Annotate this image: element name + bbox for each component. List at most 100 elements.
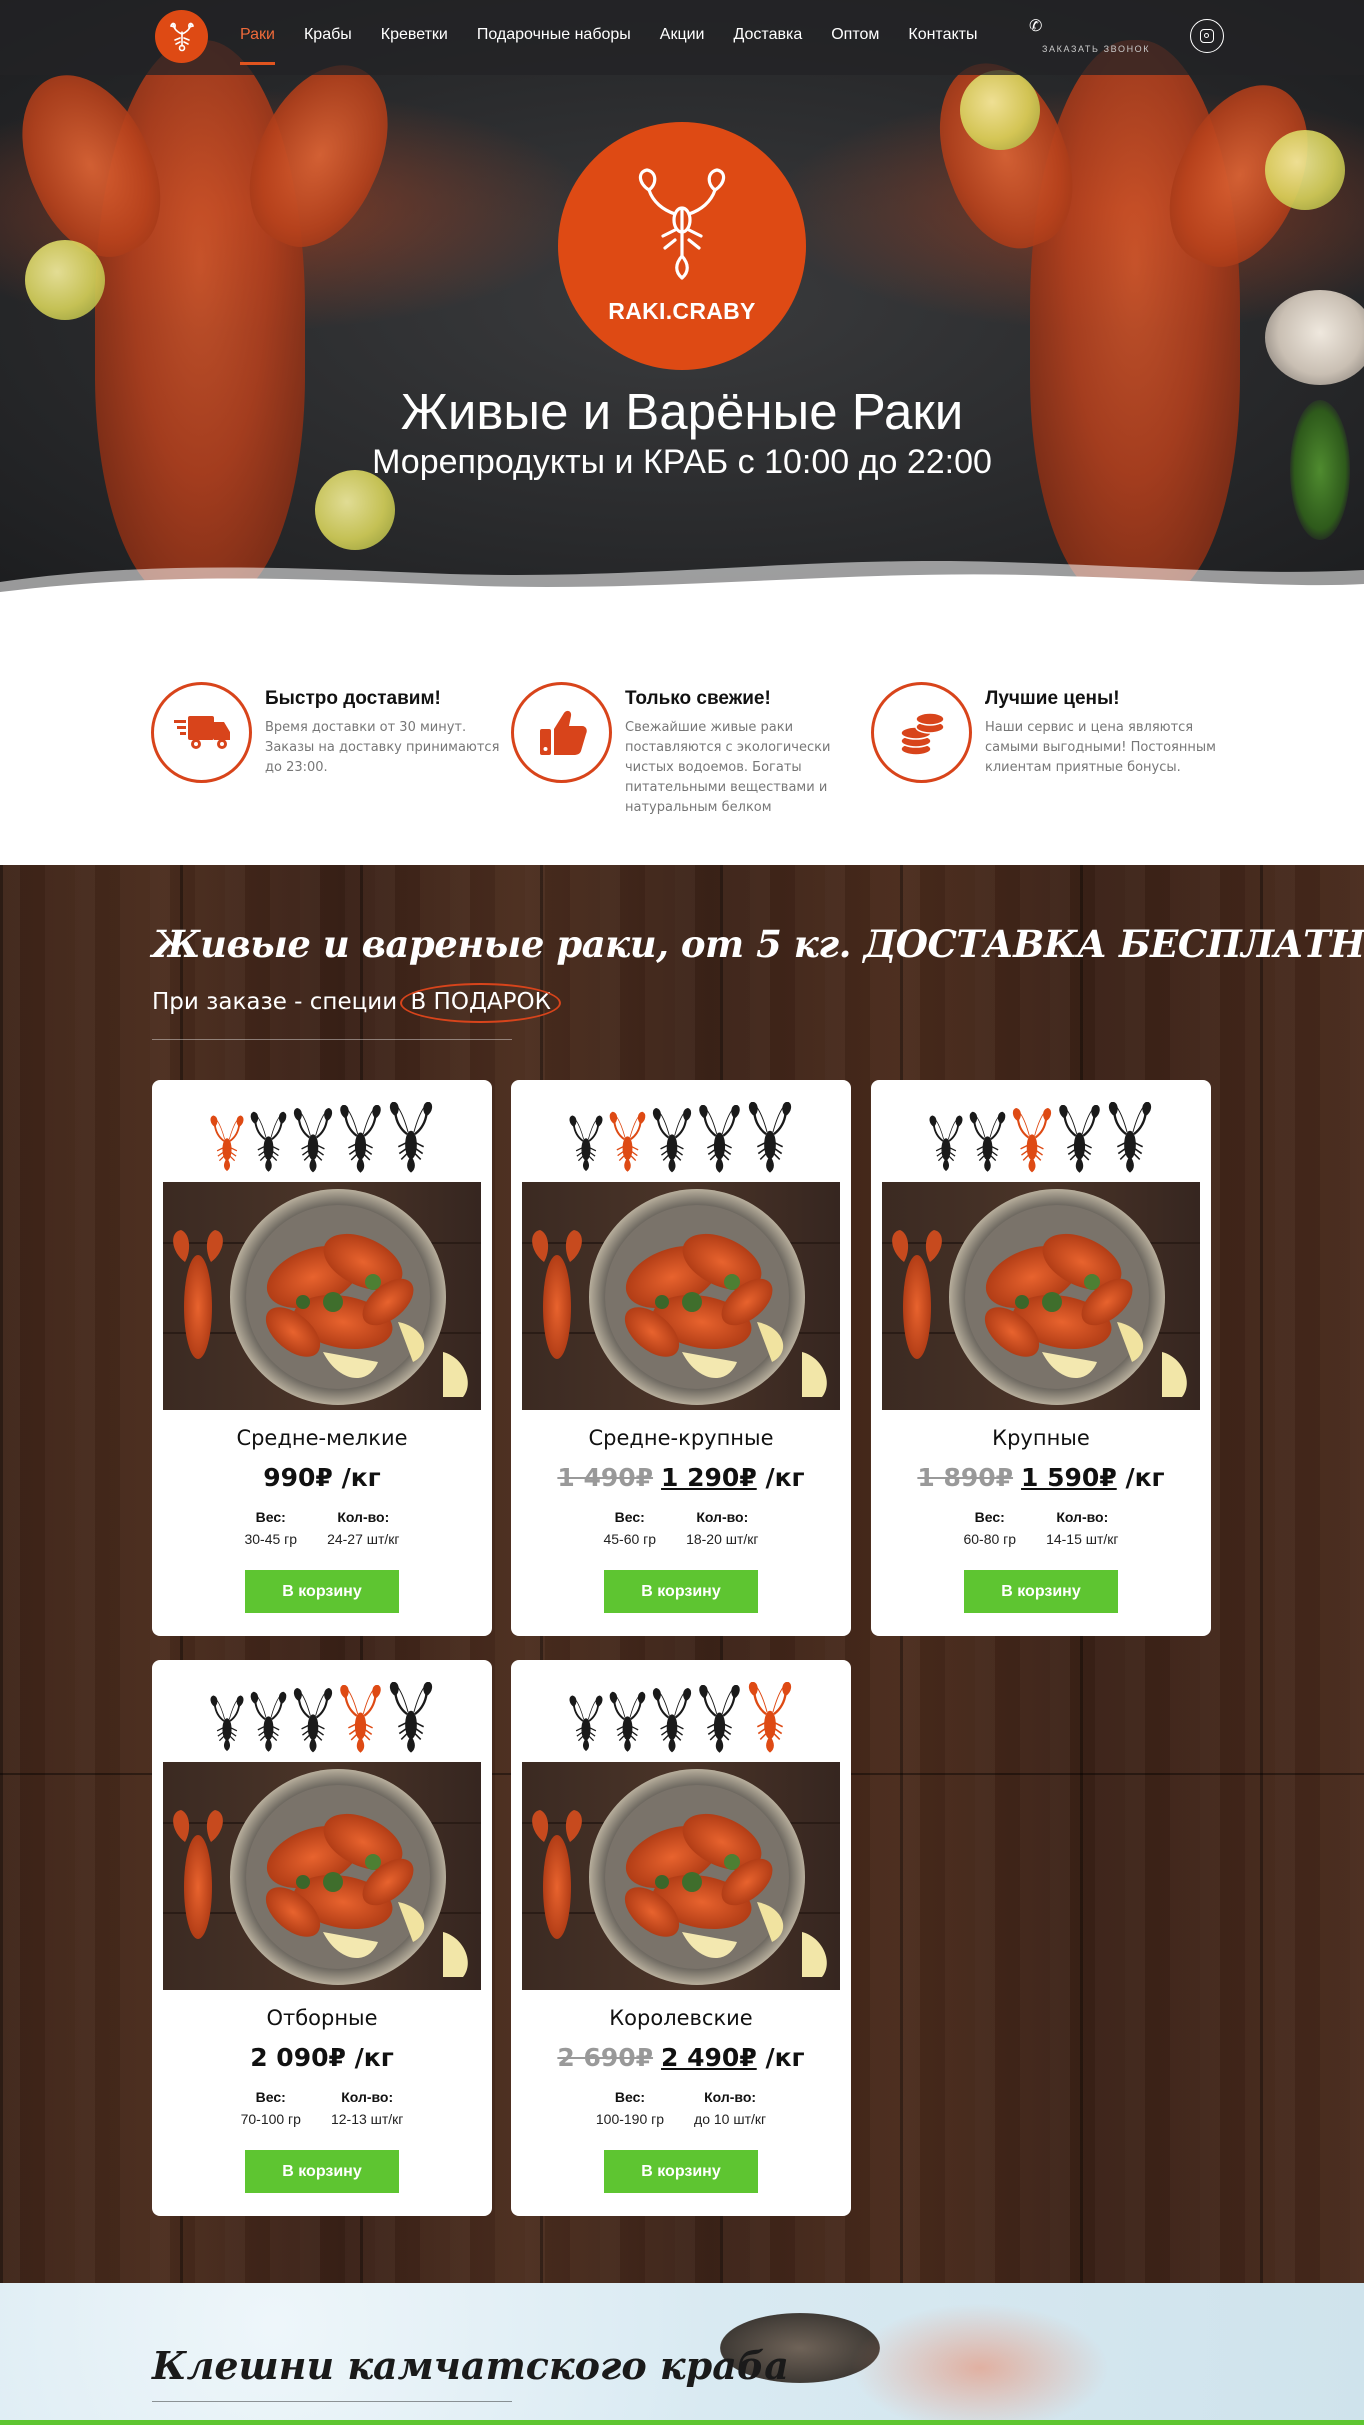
crayfish-size-icon <box>250 1111 287 1172</box>
product-price: 990₽ /кг <box>152 1463 492 1492</box>
instagram-icon[interactable] <box>1190 19 1224 53</box>
nav-item-krevetki[interactable]: Креветки <box>381 26 448 44</box>
count-value: 18-20 шт/кг <box>686 1531 759 1547</box>
feature-fresh: Только свежие! Свежайшие живые раки пост… <box>511 682 851 822</box>
crayfish-size-icon <box>699 1685 740 1753</box>
crayfish-size-icon <box>293 1108 333 1173</box>
add-to-cart-button[interactable]: В корзину <box>245 2150 399 2193</box>
nav-item-kraby[interactable]: Крабы <box>304 26 352 44</box>
count-value: до 10 шт/кг <box>694 2111 767 2127</box>
brand-name: RAKI.CRABY <box>608 297 756 324</box>
green-bar <box>0 2420 1364 2425</box>
current-price: 2 490₽ <box>661 2043 757 2072</box>
catalog-subtitle-text: При заказе - специи <box>152 989 398 1015</box>
add-to-cart-button[interactable]: В корзину <box>245 1570 399 1613</box>
nav-item-promotions[interactable]: Акции <box>660 26 705 44</box>
crayfish-size-icon <box>210 1695 244 1752</box>
brand-logo: RAKI.CRABY <box>558 122 806 370</box>
weight-param: Вес: 45-60 гр <box>603 1509 656 1547</box>
weight-label: Вес: <box>255 2089 286 2105</box>
weight-param: Вес: 70-100 гр <box>241 2089 301 2127</box>
nav-item-contacts[interactable]: Контакты <box>908 26 977 44</box>
add-to-cart-button[interactable]: В корзину <box>964 1570 1118 1613</box>
nav-item-delivery[interactable]: Доставка <box>734 26 803 44</box>
crayfish-dish-image <box>882 1182 1200 1410</box>
crayfish-size-icon <box>969 1111 1006 1172</box>
add-to-cart-button[interactable]: В корзину <box>604 1570 758 1613</box>
oyster-decoration <box>1265 290 1364 385</box>
old-price: 1 490₽ <box>557 1463 654 1492</box>
product-photo[interactable] <box>163 1182 481 1410</box>
crayfish-size-icon <box>210 1115 244 1172</box>
weight-label: Вес: <box>974 1509 1005 1525</box>
product-photo[interactable] <box>882 1182 1200 1410</box>
phone-icon: ✆ <box>1029 16 1043 35</box>
product-photo[interactable] <box>163 1762 481 1990</box>
crayfish-size-icon <box>699 1105 740 1173</box>
count-param: Кол-во: 24-27 шт/кг <box>327 1509 399 1547</box>
crayfish-size-icon <box>652 1688 692 1753</box>
features-section: Быстро доставим! Время доставки от 30 ми… <box>0 600 1364 865</box>
divider <box>152 2401 512 2402</box>
main-menu: Раки Крабы Креветки Подарочные наборы Ак… <box>240 26 1006 65</box>
feature-text: Свежайшие живые раки поставляются с экол… <box>625 720 831 815</box>
feature-fast-delivery: Быстро доставим! Время доставки от 30 ми… <box>151 682 499 822</box>
product-photo[interactable] <box>522 1762 840 1990</box>
weight-param: Вес: 30-45 гр <box>244 1509 297 1547</box>
product-params: Вес: 45-60 гр Кол-во: 18-20 шт/кг <box>511 1509 851 1547</box>
weight-label: Вес: <box>614 2089 646 2105</box>
size-indicator <box>511 1094 851 1174</box>
weight-value: 60-80 гр <box>963 1531 1017 1547</box>
top-navbar: Раки Крабы Креветки Подарочные наборы Ак… <box>0 0 1364 75</box>
nav-logo[interactable] <box>155 10 208 63</box>
current-price: 1 590₽ <box>1021 1463 1117 1492</box>
price-unit: /кг <box>765 1463 805 1492</box>
product-params: Вес: 70-100 гр Кол-во: 12-13 шт/кг <box>152 2089 492 2127</box>
crab-section-title: Клешни камчатского краба <box>152 2343 789 2388</box>
catalog-subtitle: При заказе - специи В ПОДАРОК <box>152 983 561 1023</box>
nav-item-wholesale[interactable]: Оптом <box>831 26 879 44</box>
weight-value: 30-45 гр <box>244 1531 298 1547</box>
price-unit: /кг <box>765 2043 805 2072</box>
product-photo[interactable] <box>522 1182 840 1410</box>
divider <box>152 1039 512 1040</box>
count-label: Кол-во: <box>337 1509 390 1525</box>
size-indicator <box>871 1094 1211 1174</box>
count-param: Кол-во: 14-15 шт/кг <box>1046 1509 1118 1547</box>
crayfish-size-icon <box>340 1105 381 1173</box>
crayfish-size-icon <box>569 1695 603 1752</box>
product-name: Средне-крупные <box>588 1426 774 1450</box>
count-param: Кол-во: 18-20 шт/кг <box>686 1509 758 1547</box>
catalog-title: Живые и вареные раки, от 5 кг. ДОСТАВКА … <box>152 922 1364 966</box>
product-params: Вес: 100-190 гр Кол-во: до 10 шт/кг <box>511 2089 851 2127</box>
product-card: Королевские 2 690₽ 2 490₽ /кг Вес: 100-190 г… <box>511 1660 851 2216</box>
crayfish-size-icon <box>748 1682 792 1753</box>
size-indicator <box>152 1674 492 1754</box>
nav-item-gift-sets[interactable]: Подарочные наборы <box>477 26 631 44</box>
count-value: 24-27 шт/кг <box>327 1531 400 1547</box>
crayfish-size-icon <box>1012 1108 1052 1173</box>
coins-icon <box>871 682 972 783</box>
product-params: Вес: 60-80 гр Кол-во: 14-15 шт/кг <box>871 1509 1211 1547</box>
count-label: Кол-во: <box>1056 1509 1109 1525</box>
crayfish-size-icon <box>293 1688 333 1753</box>
price-unit: /кг <box>354 2043 394 2072</box>
product-price: 1 890₽ 1 590₽ /кг <box>871 1463 1211 1492</box>
nav-item-raki[interactable]: Раки <box>240 26 275 65</box>
crayfish-size-icon <box>1059 1105 1100 1173</box>
hero-subtitle: Морепродукты и КРАБ с 10:00 до 22:00 <box>372 443 992 481</box>
current-price: 990₽ <box>263 1463 333 1492</box>
weight-param: Вес: 100-190 гр <box>596 2089 664 2127</box>
crayfish-size-icon <box>569 1115 603 1172</box>
add-to-cart-button[interactable]: В корзину <box>604 2150 758 2193</box>
crayfish-size-icon <box>389 1102 433 1173</box>
lemon-decoration <box>25 240 105 320</box>
delivery-truck-icon <box>151 682 252 783</box>
feature-title: Лучшие цены! <box>985 688 1120 709</box>
feature-best-prices: Лучшие цены! Наши сервис и цена являются… <box>871 682 1216 822</box>
crayfish-size-icon <box>250 1691 287 1752</box>
product-params: Вес: 30-45 гр Кол-во: 24-27 шт/кг <box>152 1509 492 1547</box>
crayfish-dish-image <box>163 1182 481 1410</box>
hero-section: Раки Крабы Креветки Подарочные наборы Ак… <box>0 0 1364 600</box>
old-price: 2 690₽ <box>557 2043 654 2072</box>
